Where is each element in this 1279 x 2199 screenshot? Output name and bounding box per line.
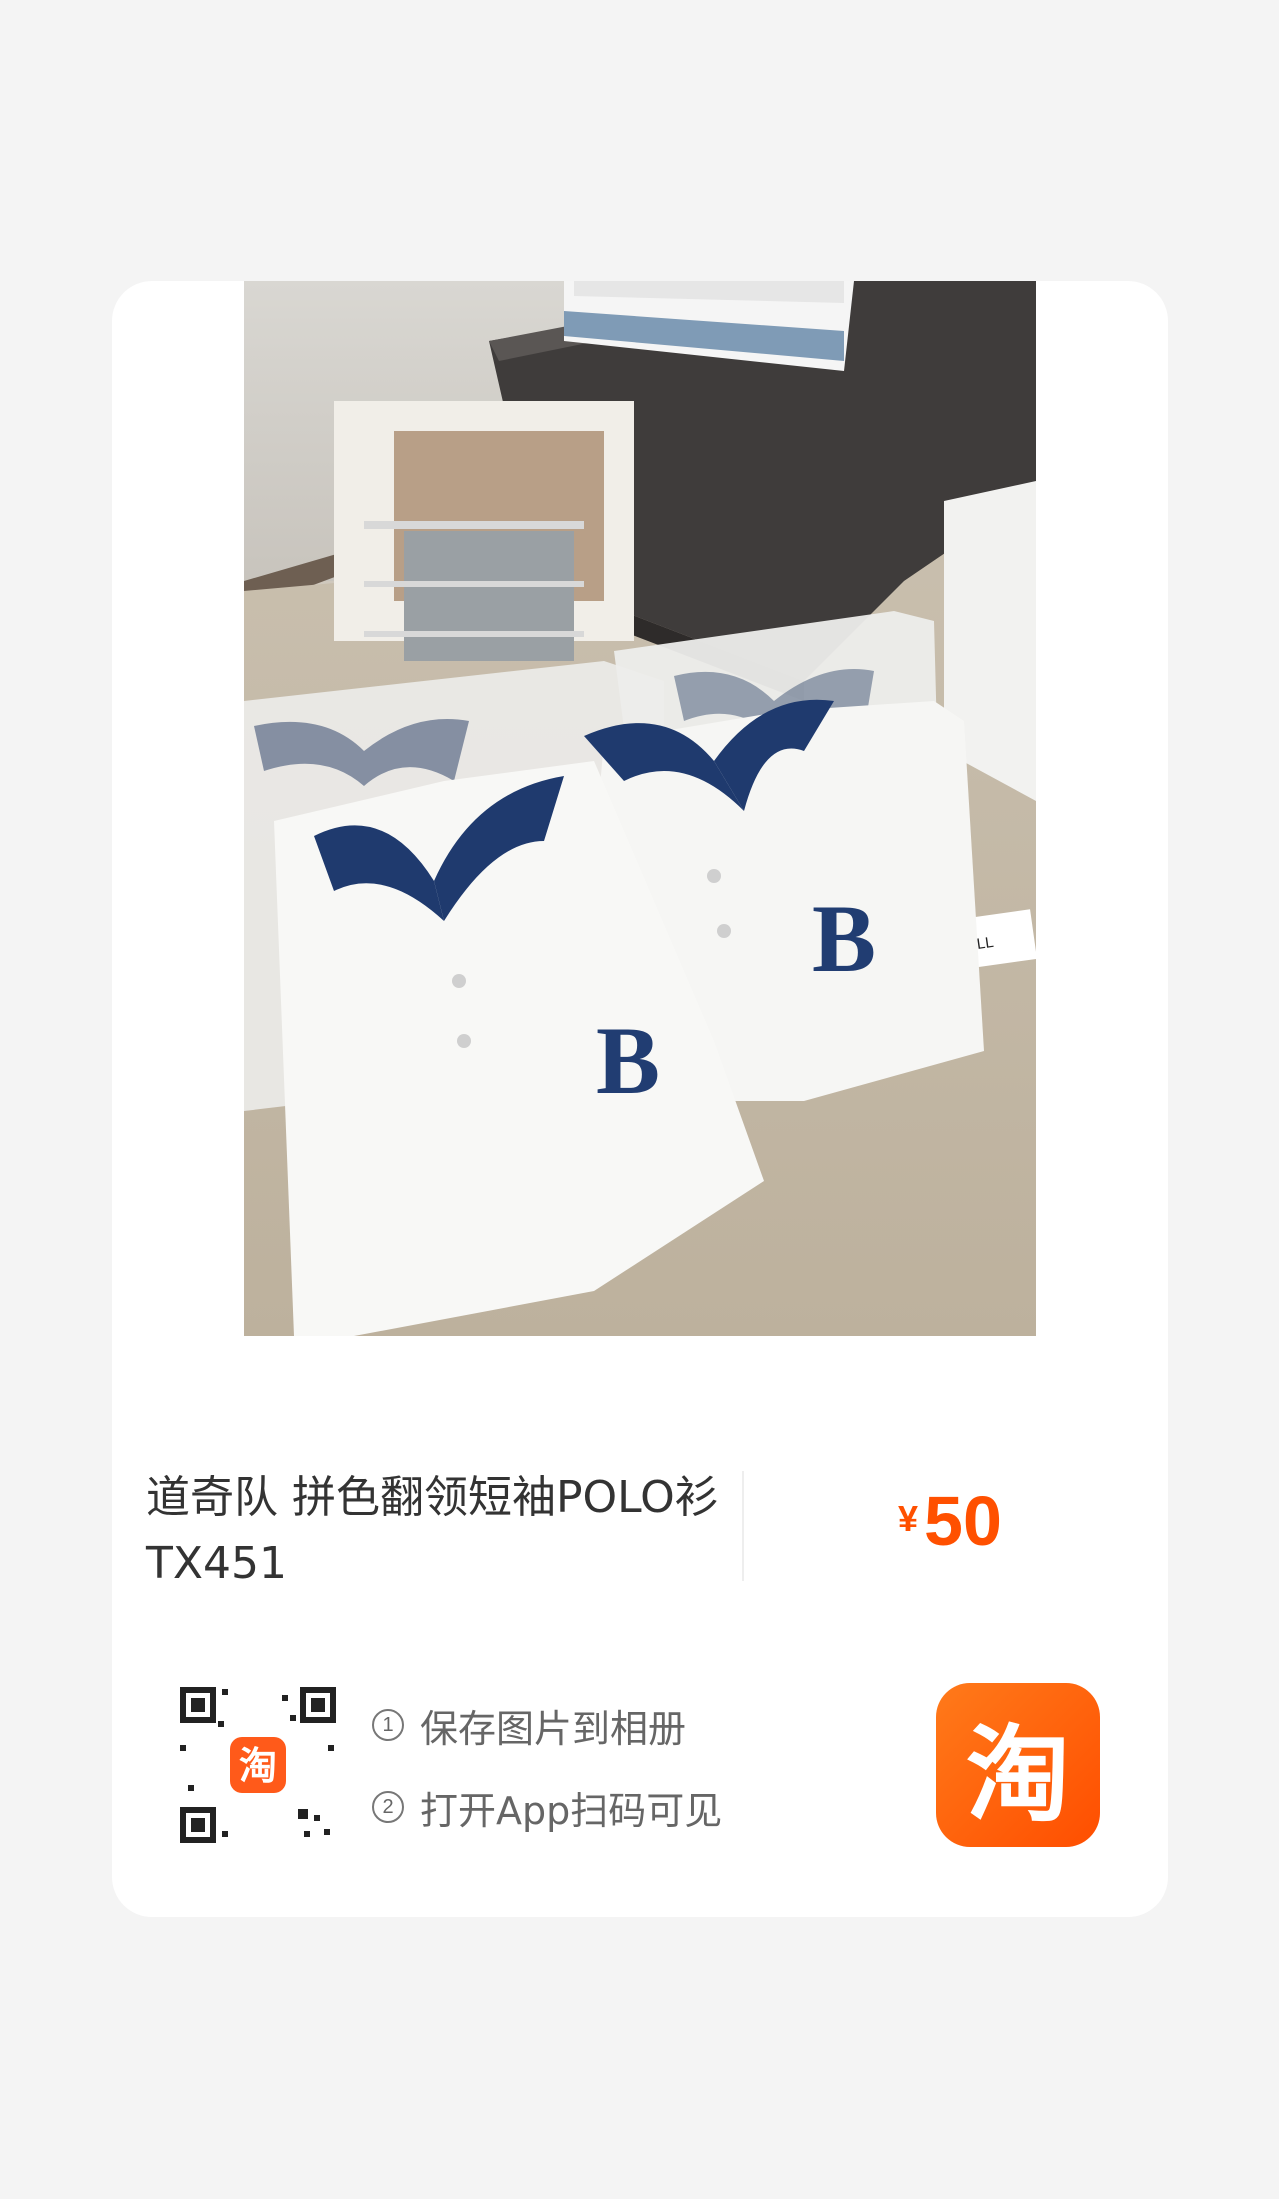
product-image[interactable]: SMALL B B — [244, 281, 1036, 1336]
step-number-2: 2 — [372, 1791, 404, 1823]
qr-code[interactable]: 淘 — [178, 1685, 338, 1845]
qr-code-graphic: 淘 — [178, 1685, 338, 1845]
taobao-app-icon[interactable]: 淘 — [936, 1683, 1100, 1847]
step-text-1: 保存图片到相册 — [420, 1706, 687, 1751]
step-save-image: 1 保存图片到相册 — [372, 1697, 722, 1753]
product-price: ¥50 — [898, 1481, 1002, 1561]
taobao-logo-glyph: 淘 — [965, 1713, 1070, 1836]
qr-finder-top-left — [180, 1687, 216, 1723]
step-open-app: 2 打开App扫码可见 — [372, 1779, 722, 1835]
svg-text:淘: 淘 — [239, 1744, 277, 1788]
share-steps: 1 保存图片到相册 2 打开App扫码可见 — [372, 1697, 722, 1861]
divider — [742, 1471, 744, 1581]
svg-text:B: B — [812, 885, 876, 992]
step-number-1: 1 — [372, 1709, 404, 1741]
svg-text:B: B — [596, 1007, 660, 1114]
product-photo-illustration: SMALL B B — [244, 281, 1036, 1336]
currency-symbol: ¥ — [898, 1498, 919, 1539]
price-value: 50 — [924, 1482, 1002, 1560]
step-text-2: 打开App扫码可见 — [420, 1788, 723, 1833]
qr-finder-top-right — [300, 1687, 336, 1723]
share-card: SMALL B B 道奇队 拼色翻领短袖POLO衫 TX451 ¥50 — [112, 281, 1168, 1917]
qr-finder-bottom-left — [180, 1807, 216, 1843]
product-title[interactable]: 道奇队 拼色翻领短袖POLO衫 TX451 — [146, 1465, 736, 1597]
